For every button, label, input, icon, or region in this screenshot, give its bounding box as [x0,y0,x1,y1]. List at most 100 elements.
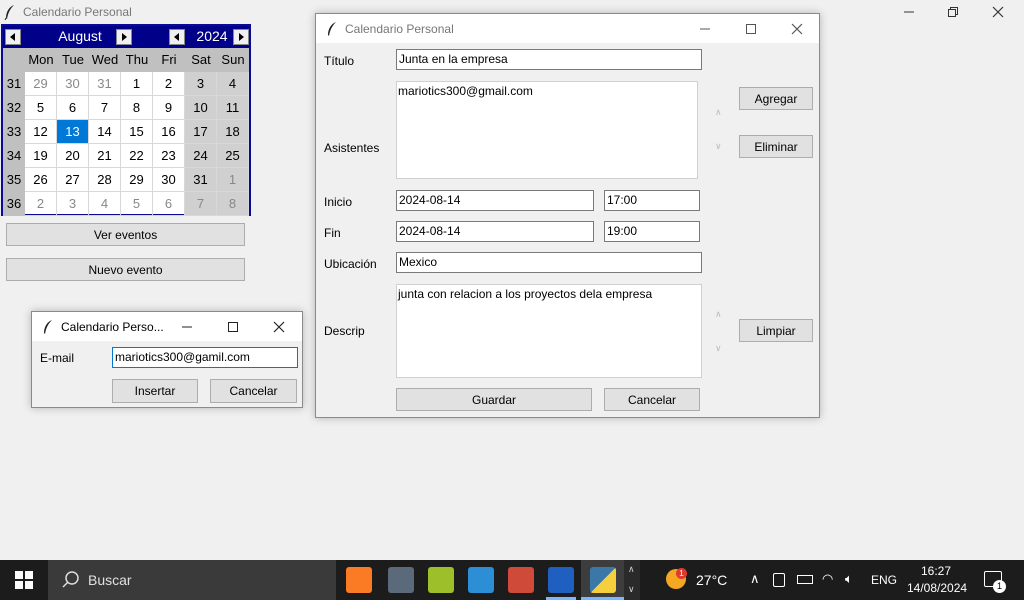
calendar-day[interactable]: 10 [185,96,217,120]
scroll-up-icon[interactable]: ∧ [715,309,722,320]
powershell-icon[interactable] [548,567,574,593]
calendar-day[interactable]: 7 [89,96,121,120]
calendar-day[interactable]: 31 [185,168,217,192]
calendar-day[interactable]: 29 [121,168,153,192]
end-date-input[interactable]: 2024-08-14 [396,221,594,242]
start-button[interactable] [0,560,48,600]
next-month-button[interactable] [116,29,132,45]
calendar-day[interactable]: 26 [25,168,57,192]
scroll-up-icon[interactable]: ∧ [715,107,722,118]
calendar-day[interactable]: 8 [217,192,249,216]
end-time-input[interactable]: 19:00 [604,221,700,242]
prev-year-button[interactable] [169,29,185,45]
taskbar-search-box[interactable]: Buscar [48,560,336,600]
close-button[interactable] [774,14,820,43]
minimize-button[interactable] [886,0,932,23]
calendar-day[interactable]: 22 [121,144,153,168]
calendar-day[interactable]: 15 [121,120,153,144]
cancel-button[interactable]: Cancelar [604,388,700,411]
calendar-day[interactable]: 18 [217,120,249,144]
calendar-day[interactable]: 30 [153,168,185,192]
calendar-day[interactable]: 27 [57,168,89,192]
calendar-day[interactable]: 1 [121,72,153,96]
tools-icon[interactable] [388,567,414,593]
close-button[interactable] [975,0,1021,23]
calendar-day[interactable]: 3 [57,192,89,216]
calendar-day[interactable]: 28 [89,168,121,192]
email-input[interactable]: mariotics300@gamil.com [112,347,298,368]
insert-button[interactable]: Insertar [112,379,198,403]
cloud-icon[interactable] [468,567,494,593]
calendar-day[interactable]: 12 [25,120,57,144]
clock-date[interactable]: 14/08/2024 [907,581,967,595]
scroll-down-icon[interactable]: ∨ [715,343,722,354]
remove-button[interactable]: Eliminar [739,135,813,158]
scroll-down-icon[interactable]: ∨ [715,141,722,152]
calendar-day[interactable]: 21 [89,144,121,168]
chevron-up-icon[interactable]: ∧ [750,571,760,587]
minimize-button[interactable] [682,14,728,43]
language-indicator[interactable]: ENG [871,573,897,587]
calendar-day[interactable]: 19 [25,144,57,168]
event-dialog-title: Calendario Personal [345,22,454,36]
new-event-button[interactable]: Nuevo evento [6,258,245,281]
maximize-button[interactable] [210,312,256,341]
title-input[interactable]: Junta en la empresa [396,49,702,70]
description-textarea[interactable]: junta con relacion a los proyectos dela … [396,284,702,378]
calendar-day[interactable]: 3 [185,72,217,96]
calendar-day[interactable]: 9 [153,96,185,120]
calendar-day[interactable]: 4 [89,192,121,216]
maximize-button[interactable] [728,14,774,43]
clock-time[interactable]: 16:27 [921,564,951,578]
save-button[interactable]: Guardar [396,388,592,411]
calendar-day[interactable]: 5 [25,96,57,120]
calendar-day[interactable]: 29 [25,72,57,96]
git-kraken-icon[interactable] [428,567,454,593]
close-button[interactable] [256,312,302,341]
calendar-day[interactable]: 1 [217,168,249,192]
calendar-day[interactable]: 30 [57,72,89,96]
add-button[interactable]: Agregar [739,87,813,110]
calendar-day[interactable]: 20 [57,144,89,168]
taskbar-scroll[interactable]: ∧ ∨ [624,560,640,600]
battery-icon[interactable] [797,575,813,584]
prev-month-button[interactable] [5,29,21,45]
calendar-day[interactable]: 23 [153,144,185,168]
weekday-label: Sat [191,52,211,67]
wifi-icon[interactable]: ◠ [822,571,833,587]
calendar-day[interactable]: 7 [185,192,217,216]
cancel-button[interactable]: Cancelar [210,379,297,403]
calendar-day[interactable]: 16 [153,120,185,144]
volume-icon[interactable]: 🔈︎ [845,571,853,587]
calendar-day[interactable]: 6 [57,96,89,120]
python-taskbar-button[interactable] [581,560,625,600]
calendar-day[interactable]: 6 [153,192,185,216]
location-input[interactable]: Mexico [396,252,702,273]
calendar-day[interactable]: 17 [185,120,217,144]
attendees-list[interactable]: mariotics300@gmail.com [396,81,698,179]
calendar-day[interactable]: 13 [57,120,89,144]
calendar-day[interactable]: 2 [153,72,185,96]
start-time-input[interactable]: 17:00 [604,190,700,211]
view-events-button[interactable]: Ver eventos [6,223,245,246]
calendar-day[interactable]: 11 [217,96,249,120]
restore-button[interactable] [930,0,976,23]
calendar-day[interactable]: 2 [25,192,57,216]
minimize-button[interactable] [164,312,210,341]
start-date-input[interactable]: 2024-08-14 [396,190,594,211]
feather-icon [4,4,16,23]
clear-button[interactable]: Limpiar [739,319,813,342]
weather-temperature[interactable]: 27°C [696,572,727,588]
calendar-day[interactable]: 14 [89,120,121,144]
next-year-button[interactable] [233,29,249,45]
calendar-day[interactable]: 8 [121,96,153,120]
git-icon[interactable] [508,567,534,593]
calendar-day[interactable]: 5 [121,192,153,216]
calendar-day[interactable]: 25 [217,144,249,168]
calendar-day[interactable]: 24 [185,144,217,168]
device-icon[interactable] [773,573,785,587]
calendar-day[interactable]: 31 [89,72,121,96]
attendee-item[interactable]: mariotics300@gmail.com [398,84,696,98]
xampp-icon[interactable] [346,567,372,593]
calendar-day[interactable]: 4 [217,72,249,96]
